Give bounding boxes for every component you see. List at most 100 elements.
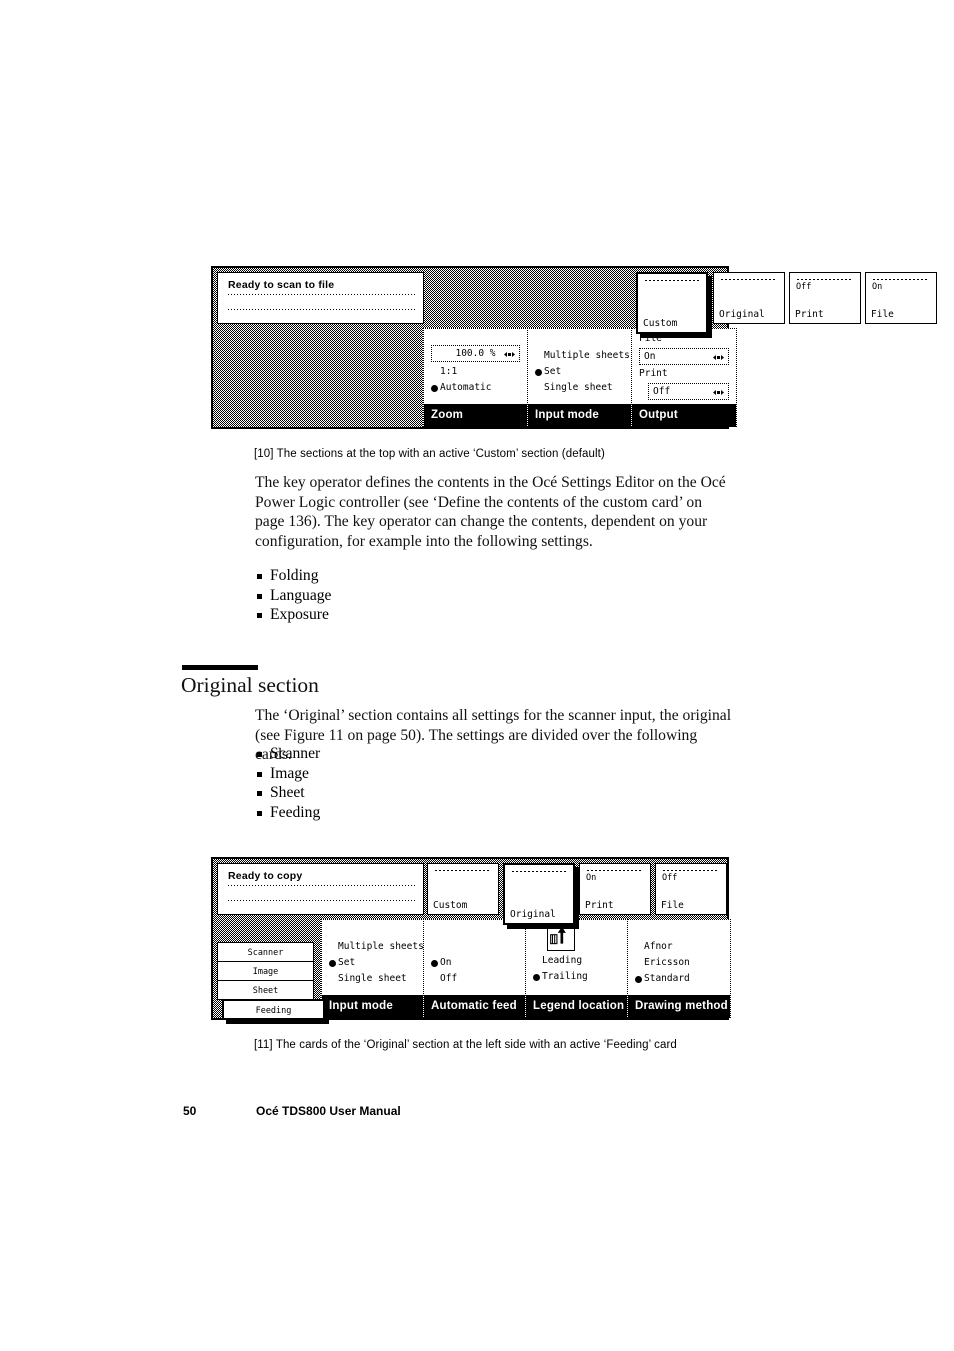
option-label: Leading <box>542 955 583 966</box>
card-body: On Off <box>424 920 525 995</box>
card-body: 100.0 % 1:1 Automatic <box>424 329 527 404</box>
card-title: Output <box>632 404 736 427</box>
status-text: Ready to scan to file <box>228 279 335 291</box>
status-text: Ready to copy <box>228 870 303 882</box>
feed-option-off[interactable]: Off <box>431 971 518 987</box>
drawing-option-afnor[interactable]: Afnor <box>635 939 723 955</box>
input-option-set[interactable]: Set <box>329 955 416 971</box>
page-title: Original section <box>181 673 319 697</box>
feed-option-on[interactable]: On <box>431 955 518 971</box>
tab-dotted-rule <box>721 279 777 280</box>
option-label: Multiple sheets <box>544 350 630 361</box>
display-dotted-rule-1 <box>228 294 415 295</box>
legend-option-leading[interactable]: Leading <box>533 953 620 969</box>
option-label: On <box>440 957 452 968</box>
tab-status-text: Off <box>662 873 678 883</box>
legend-option-trailing[interactable]: Trailing <box>533 969 620 985</box>
tab-label: Print <box>795 309 824 320</box>
section-tab-custom[interactable]: Custom <box>636 272 708 334</box>
list-item: Folding <box>255 566 675 586</box>
list-item: Exposure <box>255 605 675 625</box>
card-title: Input mode <box>322 995 423 1018</box>
option-label: Standard <box>644 973 690 984</box>
list-item: Image <box>255 764 675 784</box>
card-output[interactable]: File On Print Off Output <box>631 328 737 427</box>
display-dotted-rule-2 <box>228 900 415 901</box>
input-option-set[interactable]: Set <box>535 364 624 380</box>
card-title: Automatic feed <box>424 995 525 1018</box>
side-card-image[interactable]: Image <box>217 961 314 981</box>
spinner-icon[interactable] <box>504 349 515 360</box>
card-title: Input mode <box>528 404 631 427</box>
input-option-single-sheet[interactable]: Single sheet <box>329 971 416 987</box>
radio-selected-icon <box>533 974 540 981</box>
tab-dotted-rule <box>435 870 491 871</box>
zoom-value-field[interactable]: 100.0 % <box>431 345 520 362</box>
tab-label: Custom <box>433 900 468 911</box>
list-item: Sheet <box>255 783 675 803</box>
legend-arrow-icon <box>547 923 575 951</box>
option-label: Single sheet <box>338 973 407 984</box>
option-label: Set <box>338 957 356 968</box>
drawing-option-standard[interactable]: Standard <box>635 971 723 987</box>
card-legend-location[interactable]: Leading Trailing Legend location <box>525 919 628 1018</box>
body-paragraph-1: The key operator defines the contents in… <box>255 474 726 551</box>
section-tab-file[interactable]: On File <box>865 272 937 324</box>
side-card-label: Sheet <box>252 986 279 996</box>
side-card-sheet[interactable]: Sheet <box>217 980 314 1000</box>
input-option-multiple-sheets[interactable]: Multiple sheets <box>535 348 630 364</box>
section-tab-original[interactable]: Original <box>713 272 785 324</box>
list-item: Scanner <box>255 744 675 764</box>
side-card-label: Image <box>252 967 279 977</box>
figure-10-caption: [10] The sections at the top with an act… <box>254 448 605 460</box>
card-body: Afnor Ericsson Standard <box>628 920 730 995</box>
radio-selected-icon <box>329 960 336 967</box>
side-card-feeding[interactable]: Feeding <box>222 999 325 1020</box>
side-card-label: Feeding <box>255 1006 292 1016</box>
card-drawing-method[interactable]: Afnor Ericsson Standard Drawing method <box>627 919 731 1018</box>
radio-selected-icon <box>535 369 542 376</box>
section-tab-custom[interactable]: Custom <box>427 863 499 915</box>
body-bullet-list-2: Scanner Image Sheet Feeding <box>255 744 675 823</box>
tab-status-text: Off <box>796 282 812 292</box>
option-label: 1:1 <box>440 366 458 377</box>
zoom-option-ratio[interactable]: 1:1 <box>431 364 520 380</box>
figure-11-status-display: Ready to copy <box>217 863 424 915</box>
figure-11-caption: [11] The cards of the ‘Original’ section… <box>254 1039 677 1051</box>
figure-11-side-card-stack: Scanner Image Sheet Feeding <box>217 942 325 1020</box>
spinner-icon[interactable] <box>713 387 724 398</box>
output-file-label: File <box>639 333 662 344</box>
side-card-scanner[interactable]: Scanner <box>217 942 314 962</box>
tab-label: Print <box>585 900 614 911</box>
tab-label: Original <box>510 909 556 920</box>
list-item: Feeding <box>255 803 675 823</box>
display-dotted-rule-2 <box>228 309 415 310</box>
tab-dotted-rule <box>587 870 643 871</box>
figure-11-card-row: Multiple sheets Set Single sheet Input m… <box>321 919 731 1018</box>
figure-10-status-display: Ready to scan to file <box>217 272 424 324</box>
input-option-single-sheet[interactable]: Single sheet <box>535 380 624 396</box>
card-zoom[interactable]: 100.0 % 1:1 Automatic Zoom <box>423 328 528 427</box>
card-automatic-feed[interactable]: On Off Automatic feed <box>423 919 526 1018</box>
section-tab-original[interactable]: Original <box>503 863 575 925</box>
card-title: Drawing method <box>628 995 730 1018</box>
tab-dotted-rule <box>797 279 853 280</box>
card-input-mode[interactable]: Multiple sheets Set Single sheet Input m… <box>321 919 424 1018</box>
spinner-icon[interactable] <box>713 352 724 363</box>
input-option-multiple-sheets[interactable]: Multiple sheets <box>329 939 423 955</box>
zoom-option-automatic[interactable]: Automatic <box>431 380 520 396</box>
output-file-field[interactable]: On <box>639 348 729 365</box>
option-label: Trailing <box>542 971 588 982</box>
section-tab-print[interactable]: On Print <box>579 863 651 915</box>
card-input-mode[interactable]: Multiple sheets Set Single sheet Input m… <box>527 328 632 427</box>
card-body: Leading Trailing <box>526 920 627 995</box>
figure-11-top-strip: Ready to copy Custom Original On Print O… <box>213 859 727 925</box>
tab-dotted-rule <box>645 280 699 281</box>
option-label: Single sheet <box>544 382 613 393</box>
display-dotted-rule-1 <box>228 885 415 886</box>
section-tab-print[interactable]: Off Print <box>789 272 861 324</box>
drawing-option-ericsson[interactable]: Ericsson <box>635 955 723 971</box>
output-print-field[interactable]: Off <box>648 383 729 400</box>
section-tab-file[interactable]: Off File <box>655 863 727 915</box>
option-label: Afnor <box>644 941 673 952</box>
